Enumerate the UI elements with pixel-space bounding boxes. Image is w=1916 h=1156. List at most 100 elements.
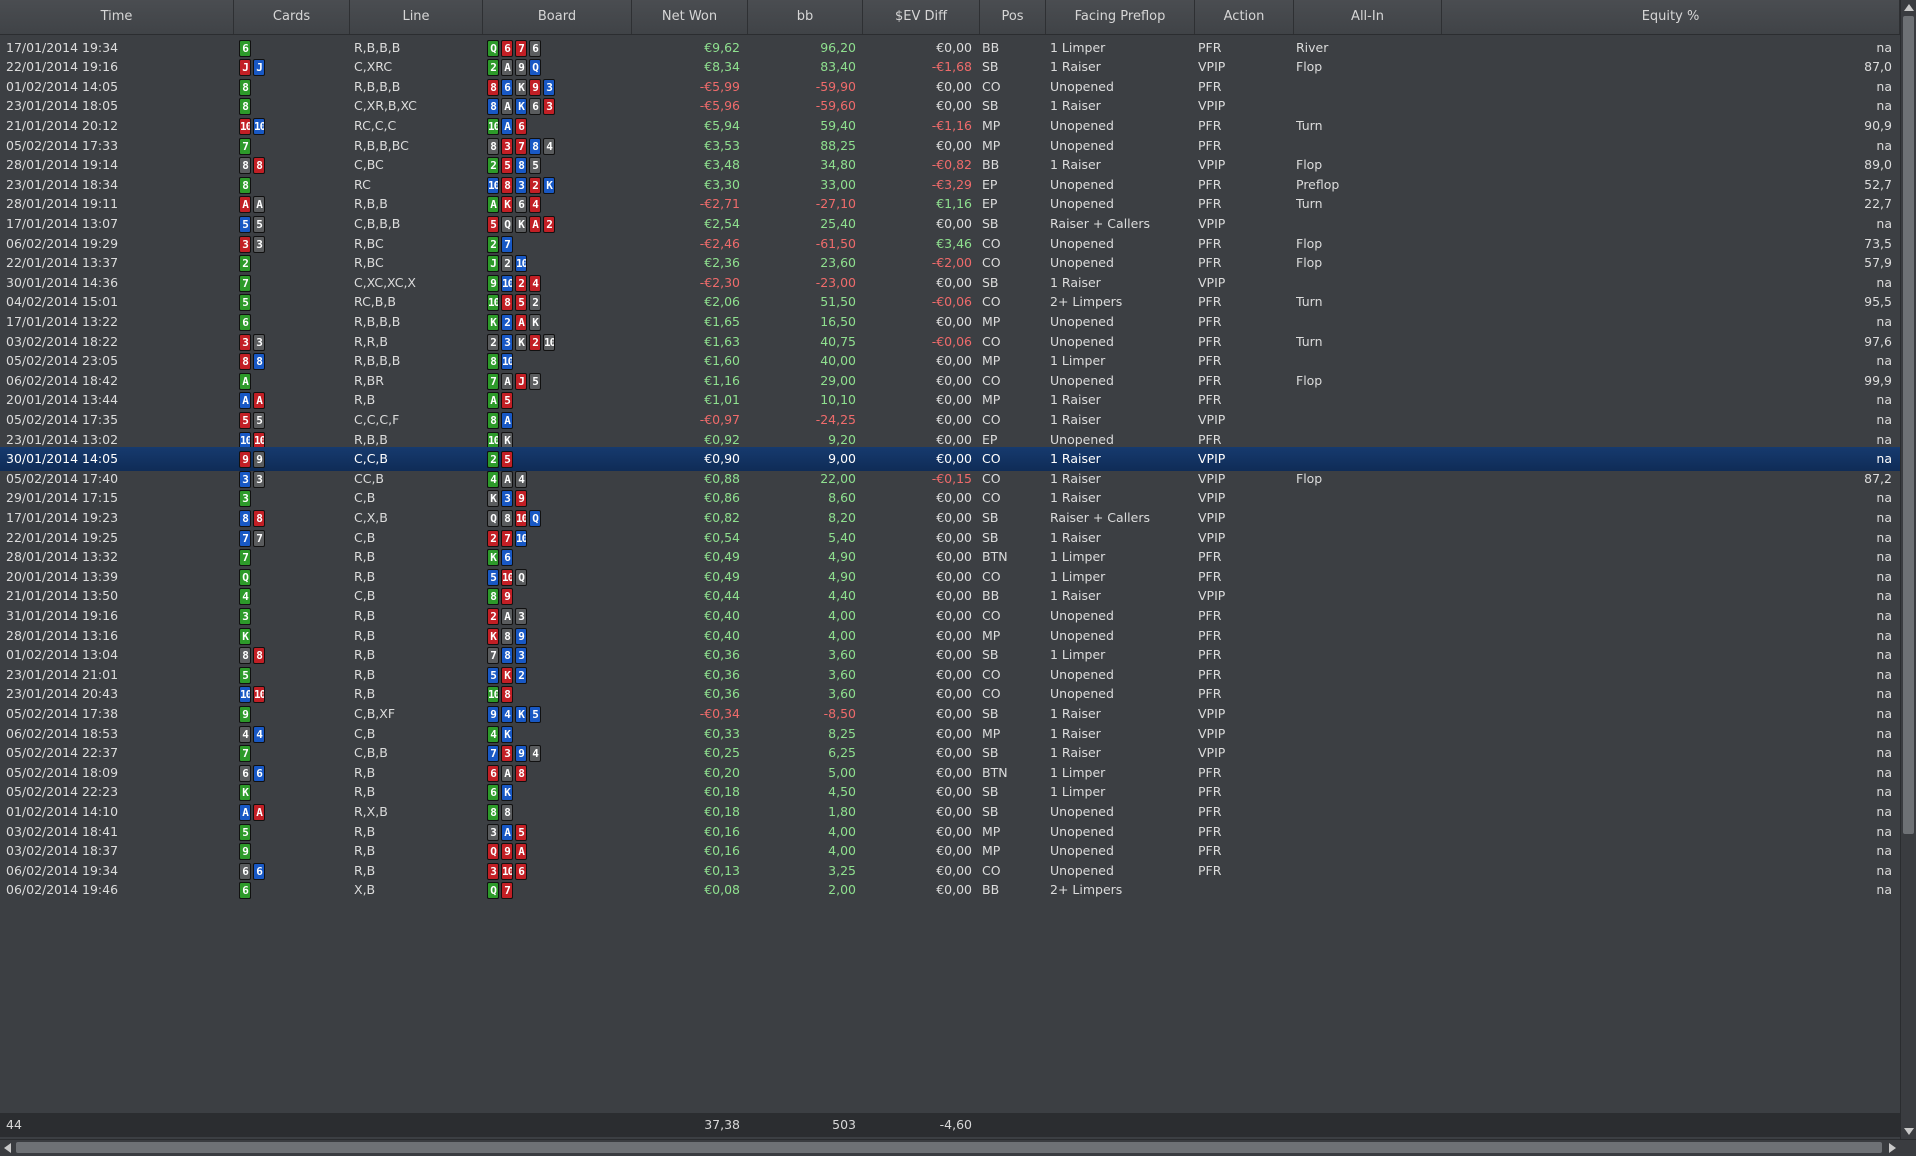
board-cards: Q32J10: [487, 255, 527, 272]
board-cards: 6Q7: [487, 882, 513, 899]
playing-card: 8: [239, 647, 251, 664]
playing-card: 9: [501, 843, 513, 860]
playing-card: 9: [515, 745, 527, 762]
playing-card: 2: [543, 216, 555, 233]
cell-net-won: €0,08: [704, 882, 740, 897]
hole-cards: 33: [239, 608, 251, 625]
board-cards: 94K5: [487, 706, 541, 723]
cell-action: [1198, 878, 1288, 902]
horizontal-scrollbar[interactable]: [0, 1139, 1916, 1156]
hole-cards: 44: [239, 588, 251, 605]
total-hands-count: 44: [6, 1117, 22, 1132]
board-cards: 7394: [487, 745, 541, 762]
playing-card: 5: [529, 706, 541, 723]
column-header-net[interactable]: Net Won: [632, 0, 748, 34]
cell-facing-preflop: 2+ Limpers: [1050, 882, 1123, 897]
playing-card: 9: [239, 451, 251, 468]
playing-card: 8: [501, 510, 513, 527]
playing-card: 2: [487, 608, 499, 625]
column-header-line[interactable]: Line: [350, 0, 483, 34]
playing-card: 5: [253, 216, 265, 233]
playing-card: 3: [239, 490, 251, 507]
hole-cards: 88: [239, 157, 265, 174]
playing-card: A: [529, 216, 541, 233]
column-header-board[interactable]: Board: [483, 0, 632, 34]
playing-card: 6: [487, 784, 499, 801]
scroll-left-arrow-icon[interactable]: [4, 1143, 11, 1153]
playing-card: A: [501, 118, 513, 135]
hole-cards: 33: [239, 490, 251, 507]
playing-card: A: [253, 196, 265, 213]
playing-card: 3: [515, 647, 527, 664]
playing-card: 9: [487, 706, 499, 723]
playing-card: Q: [529, 59, 541, 76]
playing-card: 4: [239, 588, 251, 605]
playing-card: 9: [239, 843, 251, 860]
scroll-right-arrow-icon[interactable]: [1889, 1143, 1896, 1153]
board-cards: 578J10: [487, 353, 513, 370]
horizontal-scroll-thumb[interactable]: [16, 1142, 1882, 1153]
playing-card: 7: [239, 745, 251, 762]
playing-card: 5: [529, 157, 541, 174]
playing-card: 8: [487, 588, 499, 605]
playing-card: 8: [253, 157, 265, 174]
board-cards: 45825: [487, 157, 541, 174]
playing-card: 8: [253, 647, 265, 664]
playing-card: 6: [239, 314, 251, 331]
playing-card: 9: [253, 451, 265, 468]
scroll-up-arrow-icon[interactable]: [1904, 4, 1914, 11]
hole-cards: 88: [239, 510, 265, 527]
column-header-allin[interactable]: All-In: [1294, 0, 1442, 34]
playing-card: 5: [253, 412, 265, 429]
board-cards: K76: [487, 549, 513, 566]
column-header-equity[interactable]: Equity %: [1442, 0, 1900, 34]
total-ev-diff: -4,60: [939, 1117, 972, 1132]
board-cards: K39: [487, 490, 527, 507]
scroll-down-arrow-icon[interactable]: [1904, 1128, 1914, 1135]
playing-card: A: [501, 412, 513, 429]
playing-card: 9: [501, 588, 513, 605]
board-cards: A6K: [487, 784, 513, 801]
playing-card: 2: [501, 314, 513, 331]
board-cards: 5QKA2: [487, 216, 555, 233]
vertical-scrollbar[interactable]: [1900, 0, 1916, 1139]
playing-card: 5: [501, 451, 513, 468]
playing-card: 5: [239, 216, 251, 233]
vertical-scroll-thumb[interactable]: [1903, 16, 1914, 834]
hole-cards: AA: [239, 392, 265, 409]
playing-card: K: [501, 784, 513, 801]
playing-card: K: [487, 549, 499, 566]
playing-card: 4: [529, 745, 541, 762]
board-cards: Q9A: [487, 843, 527, 860]
board-cards: 1058: [487, 686, 513, 703]
board-cards: 2A5: [487, 392, 513, 409]
playing-card: 6: [501, 549, 513, 566]
playing-card: 8: [501, 686, 513, 703]
board-cards: 10KA64: [487, 196, 541, 213]
hand-history-window: Time Cards Line Board Net Won bb $EV Diff Pos Fa…: [0, 0, 1916, 1156]
playing-card: J: [253, 59, 265, 76]
column-header-ev[interactable]: $EV Diff: [863, 0, 980, 34]
playing-card: 7: [487, 745, 499, 762]
playing-card: 5: [239, 294, 251, 311]
column-header-facing[interactable]: Facing Preflop: [1046, 0, 1195, 34]
hole-cards: 10 10: [239, 118, 265, 135]
playing-card: 10: [487, 118, 499, 135]
table-row[interactable]: 06/02/2014 19:4666X,B6Q7€0,082,00€0,00BB…: [0, 878, 1900, 902]
column-header-cards[interactable]: Cards: [234, 0, 350, 34]
playing-card: 9: [239, 706, 251, 723]
playing-card: A: [487, 196, 499, 213]
playing-card: 6: [529, 98, 541, 115]
column-header-action[interactable]: Action: [1195, 0, 1294, 34]
playing-card: 3: [543, 98, 555, 115]
playing-card: 2: [487, 157, 499, 174]
playing-card: 2: [529, 294, 541, 311]
playing-card: 2: [487, 59, 499, 76]
playing-card: 8: [515, 157, 527, 174]
playing-card: A: [501, 98, 513, 115]
playing-card: 3: [515, 608, 527, 625]
column-header-time[interactable]: Time: [0, 0, 234, 34]
playing-card: 2: [501, 255, 513, 272]
column-header-pos[interactable]: Pos: [980, 0, 1046, 34]
column-header-bb[interactable]: bb: [748, 0, 863, 34]
